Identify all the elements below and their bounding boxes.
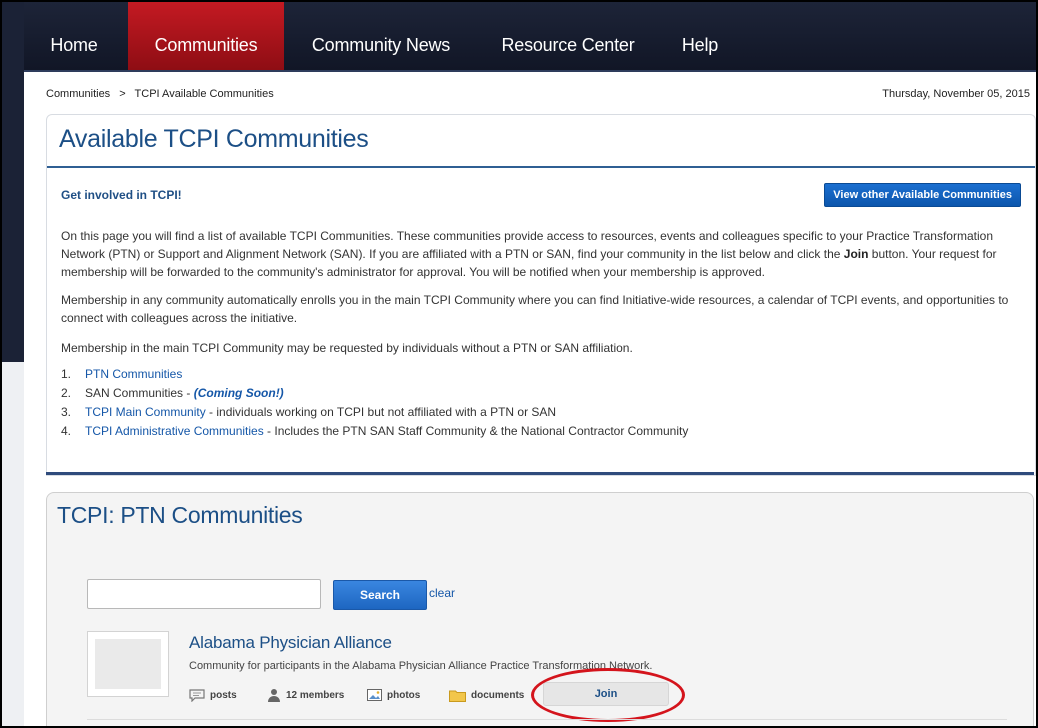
list-item: 1. PTN Communities: [61, 365, 1021, 384]
panel-bottom-divider: [46, 472, 1034, 475]
main-community-paragraph: Membership in the main TCPI Community ma…: [61, 341, 633, 355]
list-item: 4. TCPI Administrative Communities - Incl…: [61, 422, 1021, 441]
list-number: 2.: [61, 386, 72, 400]
breadcrumb-communities[interactable]: Communities: [46, 88, 110, 100]
documents-stat[interactable]: documents: [449, 686, 524, 706]
nav-help[interactable]: Help: [668, 2, 732, 70]
tcpi-main-community-link[interactable]: TCPI Main Community: [85, 405, 206, 419]
members-icon: [268, 689, 280, 703]
photos-label: photos: [387, 690, 421, 701]
coming-soon-label: (Coming Soon!): [193, 386, 284, 400]
ptn-section-title: TCPI: PTN Communities: [57, 502, 303, 528]
view-other-communities-button[interactable]: View other Available Communities: [824, 183, 1021, 207]
nav-home[interactable]: Home: [26, 2, 122, 70]
list-number: 4.: [61, 424, 72, 438]
title-divider: [47, 166, 1035, 168]
breadcrumb-bar: Communities > TCPI Available Communities…: [24, 72, 1036, 112]
photos-stat[interactable]: photos: [367, 686, 420, 706]
tcpi-admin-communities-link[interactable]: TCPI Administrative Communities: [85, 424, 264, 438]
nav-resource-center[interactable]: Resource Center: [484, 2, 652, 70]
community-search-input[interactable]: [87, 579, 321, 609]
breadcrumb: Communities > TCPI Available Communities: [46, 88, 274, 100]
community-type-list: 1. PTN Communities 2. SAN Communities - (C…: [61, 365, 1021, 441]
folder-icon: [449, 690, 466, 702]
page-title: Available TCPI Communities: [59, 125, 369, 153]
admin-communities-desc: - Includes the PTN SAN Staff Community &…: [263, 424, 689, 438]
ptn-communities-panel: TCPI: PTN Communities Search clear Alaba…: [46, 492, 1034, 726]
posts-icon: [189, 689, 205, 702]
list-divider: [87, 719, 1007, 720]
get-involved-heading: Get involved in TCPI!: [61, 188, 182, 202]
list-number: 3.: [61, 405, 72, 419]
photos-icon: [367, 689, 382, 702]
intro-paragraph: On this page you will find a list of ava…: [61, 227, 1021, 281]
main-community-desc: - individuals working on TCPI but not af…: [205, 405, 557, 419]
san-communities-label: SAN Communities -: [85, 386, 194, 400]
community-thumbnail[interactable]: [87, 631, 169, 697]
members-stat[interactable]: 12 members: [267, 686, 344, 706]
ptn-communities-link[interactable]: PTN Communities: [85, 367, 182, 381]
nav-community-news[interactable]: Community News: [296, 2, 466, 70]
clear-search-link[interactable]: clear: [429, 586, 455, 600]
current-date: Thursday, November 05, 2015: [882, 88, 1030, 100]
members-count: 12 members: [286, 690, 345, 701]
top-navigation: Home Communities Community News Resource…: [24, 2, 1036, 72]
list-item: 2. SAN Communities - (Coming Soon!): [61, 384, 1021, 403]
list-number: 1.: [61, 367, 72, 381]
posts-label: posts: [210, 690, 237, 701]
left-gutter-lower: [2, 362, 24, 726]
breadcrumb-separator: >: [119, 88, 126, 100]
join-button[interactable]: Join: [543, 682, 669, 706]
posts-stat[interactable]: posts: [189, 686, 237, 706]
thumbnail-placeholder: [95, 639, 161, 689]
search-button[interactable]: Search: [333, 580, 427, 610]
breadcrumb-current: TCPI Available Communities: [134, 88, 274, 100]
community-name-link[interactable]: Alabama Physician Alliance: [189, 633, 392, 653]
list-item: 3. TCPI Main Community - individuals work…: [61, 403, 1021, 422]
community-description: Community for participants in the Alabam…: [189, 660, 653, 672]
available-communities-panel: Available TCPI Communities Get involved …: [46, 114, 1036, 476]
membership-paragraph: Membership in any community automaticall…: [61, 293, 1009, 325]
documents-label: documents: [471, 690, 525, 701]
nav-communities[interactable]: Communities: [128, 2, 284, 70]
intro-join-word: Join: [843, 247, 869, 261]
browser-frame: Home Communities Community News Resource…: [0, 0, 1038, 728]
